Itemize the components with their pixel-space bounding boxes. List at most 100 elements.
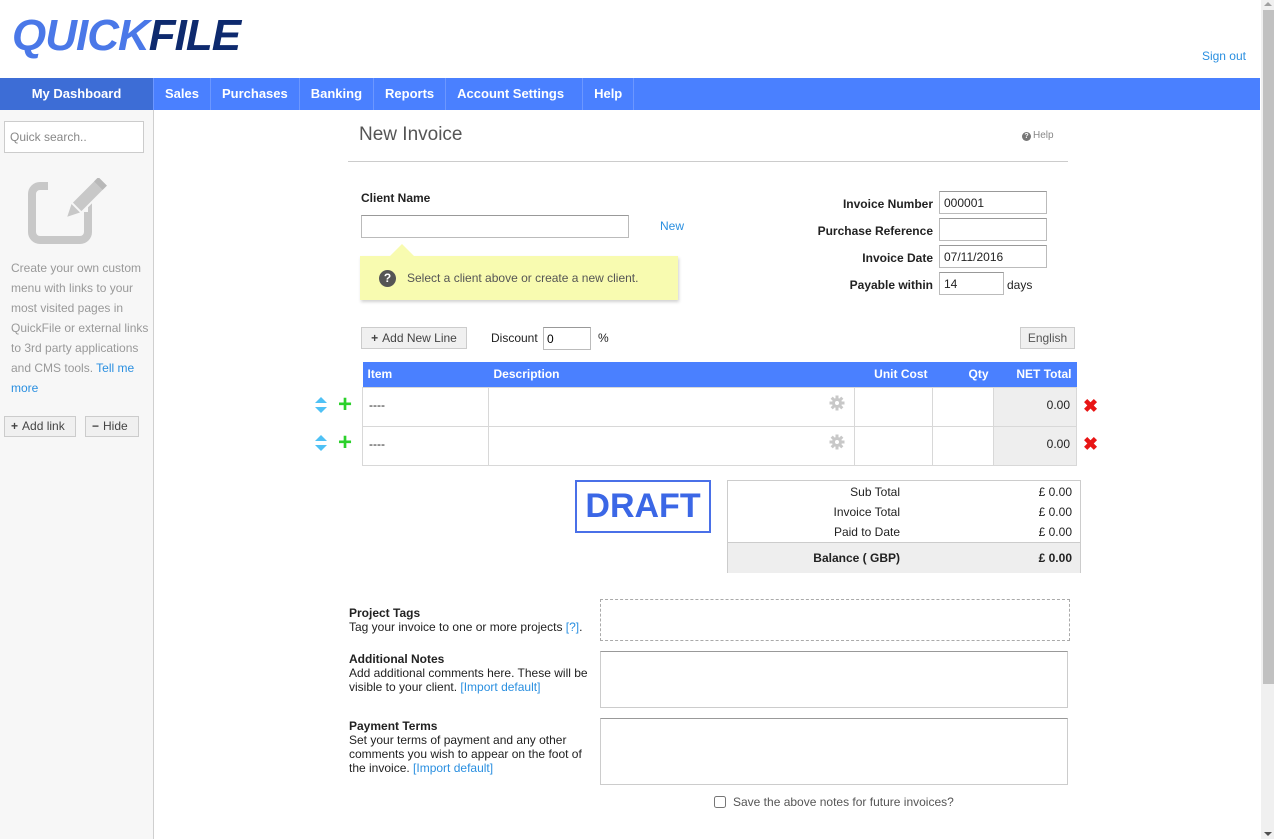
plus-icon: + xyxy=(371,331,379,345)
help-link[interactable]: ? Help xyxy=(1022,130,1054,141)
custom-menu-text: Create your own custom menu with links t… xyxy=(11,261,149,375)
invoice-date-label: Invoice Date xyxy=(862,251,933,265)
balance-row: Balance ( GBP) £ 0.00 xyxy=(728,542,1080,573)
purchase-reference-row: Purchase Reference xyxy=(780,218,1060,242)
item-value: ---- xyxy=(369,397,385,412)
project-tags-help-link[interactable]: [?] xyxy=(566,620,579,634)
payable-within-label: Payable within xyxy=(849,278,933,292)
delete-row-icon[interactable]: ✖ xyxy=(1083,435,1098,453)
invoice-lines-table: Item Description Unit Cost Qty NET Total… xyxy=(362,362,1077,466)
nav-account-settings[interactable]: Account Settings xyxy=(446,78,584,110)
hide-label: Hide xyxy=(103,419,128,433)
discount-input[interactable] xyxy=(543,327,591,350)
column-header-qty: Qty xyxy=(932,362,994,387)
additional-notes-import-default-link[interactable]: [Import default] xyxy=(460,680,540,694)
page-title: New Invoice xyxy=(359,124,463,145)
net-total-value: 0.00 xyxy=(1046,436,1070,451)
paid-to-date-label: Paid to Date xyxy=(833,525,900,539)
additional-notes-section: Additional Notes Add additional comments… xyxy=(349,652,599,694)
scroll-up-arrow-icon[interactable] xyxy=(1264,2,1272,6)
description-cell[interactable] xyxy=(488,425,855,466)
add-row-icon[interactable]: + xyxy=(338,393,352,417)
delete-row-icon[interactable]: ✖ xyxy=(1083,397,1098,415)
unit-cost-cell[interactable] xyxy=(854,386,933,427)
days-label: days xyxy=(1007,278,1033,292)
item-cell[interactable]: ---- xyxy=(362,425,489,466)
additional-notes-textarea[interactable] xyxy=(600,651,1068,708)
purchase-reference-input[interactable] xyxy=(939,218,1047,241)
project-tags-text: Tag your invoice to one or more projects xyxy=(349,620,563,634)
invoice-total-label: Invoice Total xyxy=(833,505,901,519)
additional-notes-title: Additional Notes xyxy=(349,652,445,666)
purchase-reference-label: Purchase Reference xyxy=(817,224,933,238)
hide-button[interactable]: − Hide xyxy=(85,416,139,437)
help-label: Help xyxy=(1033,130,1054,141)
item-value: ---- xyxy=(369,436,385,451)
tooltip-text: Select a client above or create a new cl… xyxy=(407,271,639,285)
save-notes-option[interactable]: Save the above notes for future invoices… xyxy=(714,795,954,809)
nav-reports[interactable]: Reports xyxy=(374,78,447,110)
move-row-icon[interactable] xyxy=(314,434,328,455)
nav-help[interactable]: Help xyxy=(583,78,635,110)
payment-terms-import-default-link[interactable]: [Import default] xyxy=(413,761,493,775)
nav-sales[interactable]: Sales xyxy=(154,78,211,110)
balance-value: £ 0.00 xyxy=(1038,551,1072,565)
quickfile-logo[interactable]: QUICKFILE xyxy=(12,8,241,63)
add-row-icon[interactable]: + xyxy=(338,431,352,455)
payment-terms-title: Payment Terms xyxy=(349,719,438,733)
qty-cell[interactable] xyxy=(932,425,994,466)
project-tags-period: . xyxy=(579,620,583,634)
qty-cell[interactable] xyxy=(932,386,994,427)
invoice-date-row: Invoice Date xyxy=(780,245,1060,269)
row-controls: + xyxy=(314,431,359,455)
item-cell[interactable]: ---- xyxy=(362,386,489,427)
unit-cost-cell[interactable] xyxy=(854,425,933,466)
sidebar: Create your own custom menu with links t… xyxy=(0,110,154,839)
help-circle-icon: ? xyxy=(1022,132,1031,141)
payment-terms-textarea[interactable] xyxy=(600,718,1068,785)
nav-purchases[interactable]: Purchases xyxy=(211,78,300,110)
scrollbar-thumb[interactable] xyxy=(1263,10,1274,684)
net-total-value: 0.00 xyxy=(1046,397,1070,412)
paid-to-date-value: £ 0.00 xyxy=(1038,525,1072,539)
row-controls: + xyxy=(314,393,359,417)
minus-icon: − xyxy=(92,419,100,433)
project-tags-input[interactable] xyxy=(600,599,1070,641)
invoice-number-row: Invoice Number xyxy=(780,191,1060,215)
description-cell[interactable] xyxy=(488,386,855,427)
move-row-icon[interactable] xyxy=(314,396,328,417)
new-client-link[interactable]: New xyxy=(660,219,684,233)
scroll-down-arrow-icon[interactable] xyxy=(1264,832,1272,836)
table-row: ---- 0.00 xyxy=(362,386,1077,427)
client-hint-tooltip: ? Select a client above or create a new … xyxy=(360,244,678,300)
gear-icon[interactable] xyxy=(829,395,845,414)
nav-banking[interactable]: Banking xyxy=(300,78,375,110)
sign-out-link[interactable]: Sign out xyxy=(1202,49,1246,63)
percent-label: % xyxy=(598,331,609,345)
client-name-input[interactable] xyxy=(361,215,629,238)
quick-search-input[interactable] xyxy=(4,121,144,153)
project-tags-section: Project Tags Tag your invoice to one or … xyxy=(349,606,599,634)
question-circle-icon: ? xyxy=(379,270,396,287)
payable-within-row: Payable within days xyxy=(780,272,1060,296)
add-new-line-label: Add New Line xyxy=(382,331,457,345)
save-notes-checkbox[interactable] xyxy=(714,796,726,808)
payable-within-input[interactable] xyxy=(939,272,1004,295)
invoice-date-input[interactable] xyxy=(939,245,1047,268)
vertical-scrollbar[interactable] xyxy=(1261,0,1274,839)
header: QUICKFILE Sign out xyxy=(0,0,1260,78)
language-button[interactable]: English xyxy=(1020,327,1075,349)
invoice-number-input[interactable] xyxy=(939,191,1047,214)
net-total-cell: 0.00 xyxy=(993,425,1077,466)
add-link-button[interactable]: + Add link xyxy=(4,416,76,437)
column-header-net-total: NET Total xyxy=(993,362,1077,387)
table-header-row: Item Description Unit Cost Qty NET Total xyxy=(362,362,1077,387)
nav-my-dashboard[interactable]: My Dashboard xyxy=(0,78,154,110)
logo-quick-text: QUICK xyxy=(12,10,150,60)
sub-total-label: Sub Total xyxy=(850,485,900,499)
invoice-total-value: £ 0.00 xyxy=(1038,505,1072,519)
add-new-line-button[interactable]: + Add New Line xyxy=(361,327,467,349)
logo-file-text: FILE xyxy=(148,10,241,60)
gear-icon[interactable] xyxy=(829,434,845,453)
title-divider xyxy=(348,161,1068,162)
